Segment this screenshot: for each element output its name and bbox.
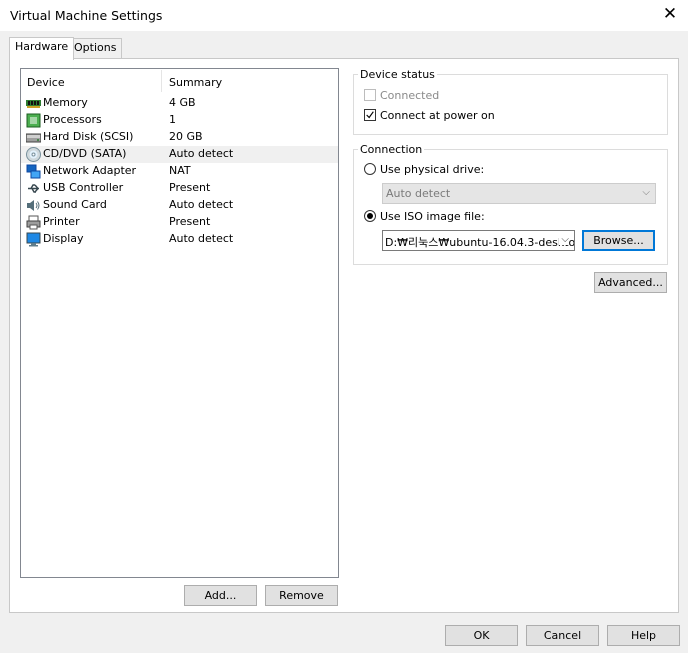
- network-icon: [26, 164, 41, 179]
- connect-at-power-on-label[interactable]: Connect at power on: [380, 109, 495, 122]
- device-name: Network Adapter: [43, 164, 137, 177]
- chevron-down-icon: ⌵: [642, 187, 650, 198]
- device-summary: NAT: [169, 164, 191, 177]
- device-name: Sound Card: [43, 198, 107, 211]
- device-row-memory[interactable]: Memory 4 GB: [21, 95, 338, 112]
- device-name: USB Controller: [43, 181, 124, 194]
- device-row-processors[interactable]: Processors 1: [21, 112, 338, 129]
- cancel-button-label: Cancel: [543, 629, 582, 642]
- device-row-network-adapter[interactable]: Network Adapter NAT: [21, 163, 338, 180]
- device-name: Processors: [43, 113, 102, 126]
- device-summary: Auto detect: [169, 147, 234, 160]
- column-header-summary[interactable]: Summary: [169, 76, 222, 89]
- radio-dot: [367, 213, 373, 219]
- device-status-group: [353, 74, 668, 135]
- iso-path-combobox[interactable]: D:₩리눅스₩ubuntu-16.04.3-desktop ⌵: [382, 230, 575, 251]
- printer-icon: [26, 215, 41, 230]
- advanced-button[interactable]: Advanced...: [594, 272, 667, 293]
- device-row-display[interactable]: Display Auto detect: [21, 231, 338, 248]
- ok-button-label: OK: [473, 629, 490, 642]
- device-summary: Present: [169, 215, 211, 228]
- iso-path-value: D:₩리눅스₩ubuntu-16.04.3-desktop: [385, 236, 575, 249]
- connected-label[interactable]: Connected: [380, 89, 439, 102]
- memory-icon: [26, 100, 41, 108]
- hard-disk-icon: [26, 133, 41, 143]
- device-summary: Present: [169, 181, 211, 194]
- device-name: Memory: [43, 96, 88, 109]
- connected-checkbox[interactable]: [364, 89, 376, 101]
- connect-at-power-on-checkbox[interactable]: [364, 109, 376, 121]
- help-button-label: Help: [630, 629, 657, 642]
- device-summary: Auto detect: [169, 198, 234, 211]
- close-icon[interactable]: ✕: [662, 5, 678, 23]
- device-summary: 4 GB: [169, 96, 196, 109]
- device-row-usb-controller[interactable]: USB Controller Present: [21, 180, 338, 197]
- device-name: CD/DVD (SATA): [43, 147, 127, 160]
- browse-button[interactable]: Browse...: [582, 230, 655, 251]
- chevron-down-icon[interactable]: ⌵: [559, 234, 569, 245]
- column-separator[interactable]: [161, 70, 162, 92]
- title-bar: Virtual Machine Settings ✕: [0, 0, 688, 31]
- device-name: Printer: [43, 215, 80, 228]
- remove-button-label: Remove: [279, 589, 324, 602]
- usb-icon: [28, 184, 39, 193]
- physical-drive-value: Auto detect: [386, 187, 451, 200]
- iso-image-radio[interactable]: [364, 210, 376, 222]
- device-list[interactable]: Device Summary Memory 4 GB Processors 1 …: [20, 68, 339, 578]
- processor-icon: [26, 113, 41, 128]
- physical-drive-radio[interactable]: [364, 163, 376, 175]
- physical-drive-select: Auto detect ⌵: [382, 183, 656, 204]
- advanced-button-label: Advanced...: [598, 276, 663, 289]
- device-row-hard-disk[interactable]: Hard Disk (SCSI) 20 GB: [21, 129, 338, 146]
- help-button[interactable]: Help: [607, 625, 680, 646]
- tab-options[interactable]: Options: [68, 38, 123, 59]
- device-summary: 20 GB: [169, 130, 203, 143]
- device-row-printer[interactable]: Printer Present: [21, 214, 338, 231]
- ok-button[interactable]: OK: [445, 625, 518, 646]
- column-header-device[interactable]: Device: [27, 76, 65, 89]
- device-name: Display: [43, 232, 84, 245]
- browse-button-label: Browse...: [593, 234, 644, 247]
- add-button-label: Add...: [204, 589, 237, 602]
- physical-drive-label[interactable]: Use physical drive:: [380, 163, 484, 176]
- display-icon: [26, 232, 41, 247]
- connection-title: Connection: [358, 143, 425, 156]
- remove-device-button[interactable]: Remove: [265, 585, 338, 606]
- cancel-button[interactable]: Cancel: [526, 625, 599, 646]
- iso-image-label[interactable]: Use ISO image file:: [380, 210, 485, 223]
- device-summary: 1: [169, 113, 176, 126]
- tab-hardware[interactable]: Hardware: [9, 37, 75, 60]
- window-title: Virtual Machine Settings: [10, 8, 163, 23]
- device-status-title: Device status: [358, 68, 437, 81]
- device-name: Hard Disk (SCSI): [43, 130, 134, 143]
- add-device-button[interactable]: Add...: [184, 585, 257, 606]
- device-row-sound-card[interactable]: Sound Card Auto detect: [21, 197, 338, 214]
- checkmark-icon: [366, 111, 374, 119]
- device-row-cd-dvd[interactable]: CD/DVD (SATA) Auto detect: [21, 146, 338, 163]
- device-summary: Auto detect: [169, 232, 234, 245]
- cd-dvd-icon: [26, 147, 41, 162]
- sound-icon: [27, 200, 40, 211]
